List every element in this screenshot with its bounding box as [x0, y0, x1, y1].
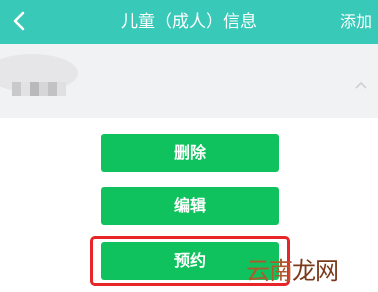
add-button[interactable]: 添加: [340, 0, 372, 44]
nav-bar: 儿童（成人）信息 添加: [0, 0, 378, 44]
name-redacted: [12, 82, 66, 96]
back-button[interactable]: [6, 6, 34, 36]
chevron-left-icon: [13, 11, 25, 31]
book-button[interactable]: 预约: [101, 242, 279, 280]
chevron-up-icon[interactable]: [354, 80, 368, 90]
person-card[interactable]: [0, 44, 378, 118]
watermark-part2: 龙网: [292, 257, 339, 285]
edit-button[interactable]: 编辑: [101, 187, 279, 225]
page-title: 儿童（成人）信息: [121, 12, 257, 32]
delete-button[interactable]: 删除: [101, 134, 279, 172]
